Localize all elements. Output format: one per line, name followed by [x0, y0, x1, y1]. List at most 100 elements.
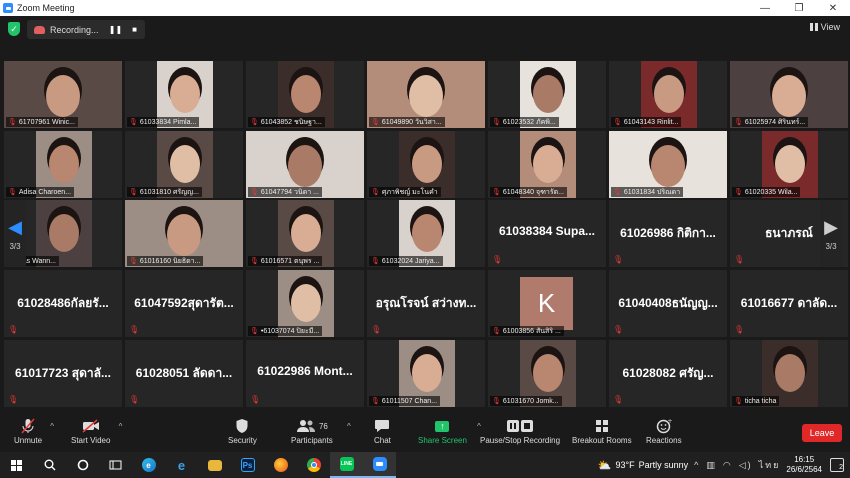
participant-face	[49, 214, 79, 252]
participant-name-tag: 🎙 61023532 ภัคพิ...	[490, 117, 559, 127]
participant-tile[interactable]: 🎙 61707961 Winic...	[4, 61, 122, 128]
firefox-icon[interactable]	[264, 452, 297, 478]
participant-tile[interactable]: 61047592สุดารัต... 🎙	[125, 270, 243, 337]
participant-tile[interactable]: 🎙 61043143 Rinlit...	[609, 61, 727, 128]
participant-tile[interactable]: 🎙 •61037074 ปิยะมี...	[246, 270, 364, 337]
chat-button[interactable]: Chat	[374, 416, 391, 445]
participant-tile[interactable]: 🎙 61033834 Pimla...	[125, 61, 243, 128]
leave-button[interactable]: Leave	[802, 424, 842, 442]
participant-tile[interactable]: 🎙 61048340 จุฑารัต...	[488, 131, 606, 198]
weather-temp[interactable]: 93°F	[616, 460, 635, 470]
close-button[interactable]: ✕	[816, 0, 850, 16]
share-screen-button[interactable]: ↑ Share Screen ^	[418, 416, 481, 445]
participant-tile[interactable]: 🎙 61031834 ปริณดา	[609, 131, 727, 198]
participant-tile[interactable]: 🎙 61025974 ศิรินทร์...	[730, 61, 848, 128]
security-button[interactable]: Security	[228, 416, 257, 445]
participant-tile[interactable]: 61017723 สุดาลั... 🎙	[4, 340, 122, 407]
participant-tile[interactable]: 🎙 61047794 วนิดา ...	[246, 131, 364, 198]
start-video-button[interactable]: Start Video ^	[71, 416, 122, 445]
participant-name: ticha ticha	[744, 397, 777, 405]
encryption-shield-icon[interactable]: ✓	[8, 22, 20, 36]
participant-tile[interactable]: 🎙 61016571 ตนุพร ...	[246, 200, 364, 267]
participant-tile[interactable]: 🎙 61031810 ศรัญญ...	[125, 131, 243, 198]
chevron-up-icon[interactable]: ^	[50, 422, 54, 431]
pause-recording-icon[interactable]: ❚❚	[109, 25, 122, 34]
window-controls: — ❐ ✕	[748, 0, 850, 16]
internet-explorer-icon[interactable]: e	[165, 452, 198, 478]
chrome-icon[interactable]	[297, 452, 330, 478]
muted-mic-icon: 🎙	[613, 189, 622, 196]
participant-name: อรุณโรจน์ สว่างท...	[375, 296, 477, 310]
line-app-icon[interactable]: LINE	[330, 452, 363, 478]
muted-mic-icon: 🎙	[492, 398, 501, 405]
chat-label: Chat	[374, 436, 391, 445]
pause-stop-recording-button[interactable]: Pause/Stop Recording	[480, 416, 560, 445]
participant-name: 61707961 Winic...	[18, 118, 75, 126]
participant-name-tag: 🎙 61031834 ปริณดา	[611, 187, 684, 197]
participant-tile[interactable]: 🎙 61031670 Jomk...	[488, 340, 606, 407]
participant-tile[interactable]: 61040408ธนัญญ... 🎙	[609, 270, 727, 337]
file-explorer-icon[interactable]	[198, 452, 231, 478]
input-language[interactable]: ไทย	[759, 458, 781, 472]
chevron-up-icon[interactable]: ^	[347, 422, 351, 431]
task-view-icon[interactable]	[99, 452, 132, 478]
minimize-button[interactable]: —	[748, 0, 782, 16]
weather-icon[interactable]: ⛅	[598, 459, 612, 472]
participant-tile[interactable]: 61038384 Supa... 🎙	[488, 200, 606, 267]
notification-center-icon[interactable]: 2	[830, 458, 844, 472]
clock[interactable]: 16:15 26/6/2564	[786, 455, 822, 475]
cortana-icon[interactable]	[66, 452, 99, 478]
muted-mic-icon: 🎙	[129, 395, 140, 404]
muted-mic-icon: 🎙	[613, 255, 624, 264]
maximize-button[interactable]: ❐	[782, 0, 816, 16]
participant-name: 61028486กัลยรั...	[17, 296, 109, 310]
participant-tile[interactable]: 🎙 61016160 นิยธิดา...	[125, 200, 243, 267]
muted-mic-icon: 🎙	[734, 119, 743, 126]
breakout-rooms-button[interactable]: Breakout Rooms	[572, 416, 632, 445]
muted-mic-icon: 🎙	[250, 395, 261, 404]
participant-tile[interactable]: 🎙 61032024 Jariya...	[367, 200, 485, 267]
edge-icon[interactable]: e	[132, 452, 165, 478]
photoshop-icon[interactable]: Ps	[231, 452, 264, 478]
windows-start-icon[interactable]	[0, 452, 33, 478]
participant-tile[interactable]: 🎙 ศุภาพิชญ์ มะโนคำ	[367, 131, 485, 198]
muted-mic-icon: 🎙	[129, 325, 140, 334]
view-button[interactable]: View	[809, 22, 840, 32]
weather-desc[interactable]: Partly sunny	[639, 460, 689, 470]
participant-name: 61049890 วันวิสา...	[381, 118, 442, 126]
participant-name-tag: 🎙 61025974 ศิรินทร์...	[732, 117, 809, 127]
participant-face	[288, 145, 322, 187]
zoom-app-icon[interactable]	[363, 452, 396, 478]
tray-chevron-up-icon[interactable]: ^	[694, 460, 700, 470]
next-page-button[interactable]: ▶ 3/3	[820, 200, 842, 267]
participant-tile[interactable]: อรุณโรจน์ สว่างท... 🎙	[367, 270, 485, 337]
participant-name: 61047592สุดารัต...	[134, 296, 234, 310]
volume-icon[interactable]: ◁)	[739, 460, 753, 471]
participant-tile[interactable]: 🎙 61020335 Wila...	[730, 131, 848, 198]
stop-recording-icon[interactable]: ■	[132, 25, 137, 34]
wifi-icon[interactable]: ◠	[723, 460, 733, 471]
participant-tile[interactable]: K 🎙 61003856 สันสิริ ...	[488, 270, 606, 337]
participants-button[interactable]: 76 Participants ^	[291, 416, 351, 445]
participant-tile[interactable]: 61028082 ศรัญ... 🎙	[609, 340, 727, 407]
muted-mic-icon: 🎙	[129, 119, 138, 126]
participant-face	[170, 75, 200, 113]
participant-tile[interactable]: 61016677 ดาลัด... 🎙	[730, 270, 848, 337]
chevron-up-icon[interactable]: ^	[119, 422, 123, 431]
unmute-button[interactable]: Unmute ^	[14, 416, 54, 445]
network-icon[interactable]: ▥	[706, 460, 717, 471]
reactions-label: Reactions	[646, 436, 682, 445]
participant-tile[interactable]: 🎙 Adisa Charoen...	[4, 131, 122, 198]
participant-tile[interactable]: 61026986 กิติกา... 🎙	[609, 200, 727, 267]
participant-tile[interactable]: 61028486กัลยรั... 🎙	[4, 270, 122, 337]
participant-tile[interactable]: 🎙 61049890 วันวิสา...	[367, 61, 485, 128]
participant-tile[interactable]: 🎙 61043852 ชนิษฐา...	[246, 61, 364, 128]
previous-page-button[interactable]: ◀ 3/3	[4, 200, 26, 267]
participant-tile[interactable]: 61022986 Mont... 🎙	[246, 340, 364, 407]
participant-tile[interactable]: 61028051 ลัดดา... 🎙	[125, 340, 243, 407]
participant-tile[interactable]: 🎙 61011507 Chan...	[367, 340, 485, 407]
participant-tile[interactable]: 🎙 ticha ticha	[730, 340, 848, 407]
participant-tile[interactable]: 🎙 61023532 ภัคพิ...	[488, 61, 606, 128]
reactions-button[interactable]: + Reactions	[646, 416, 682, 445]
search-icon[interactable]	[33, 452, 66, 478]
